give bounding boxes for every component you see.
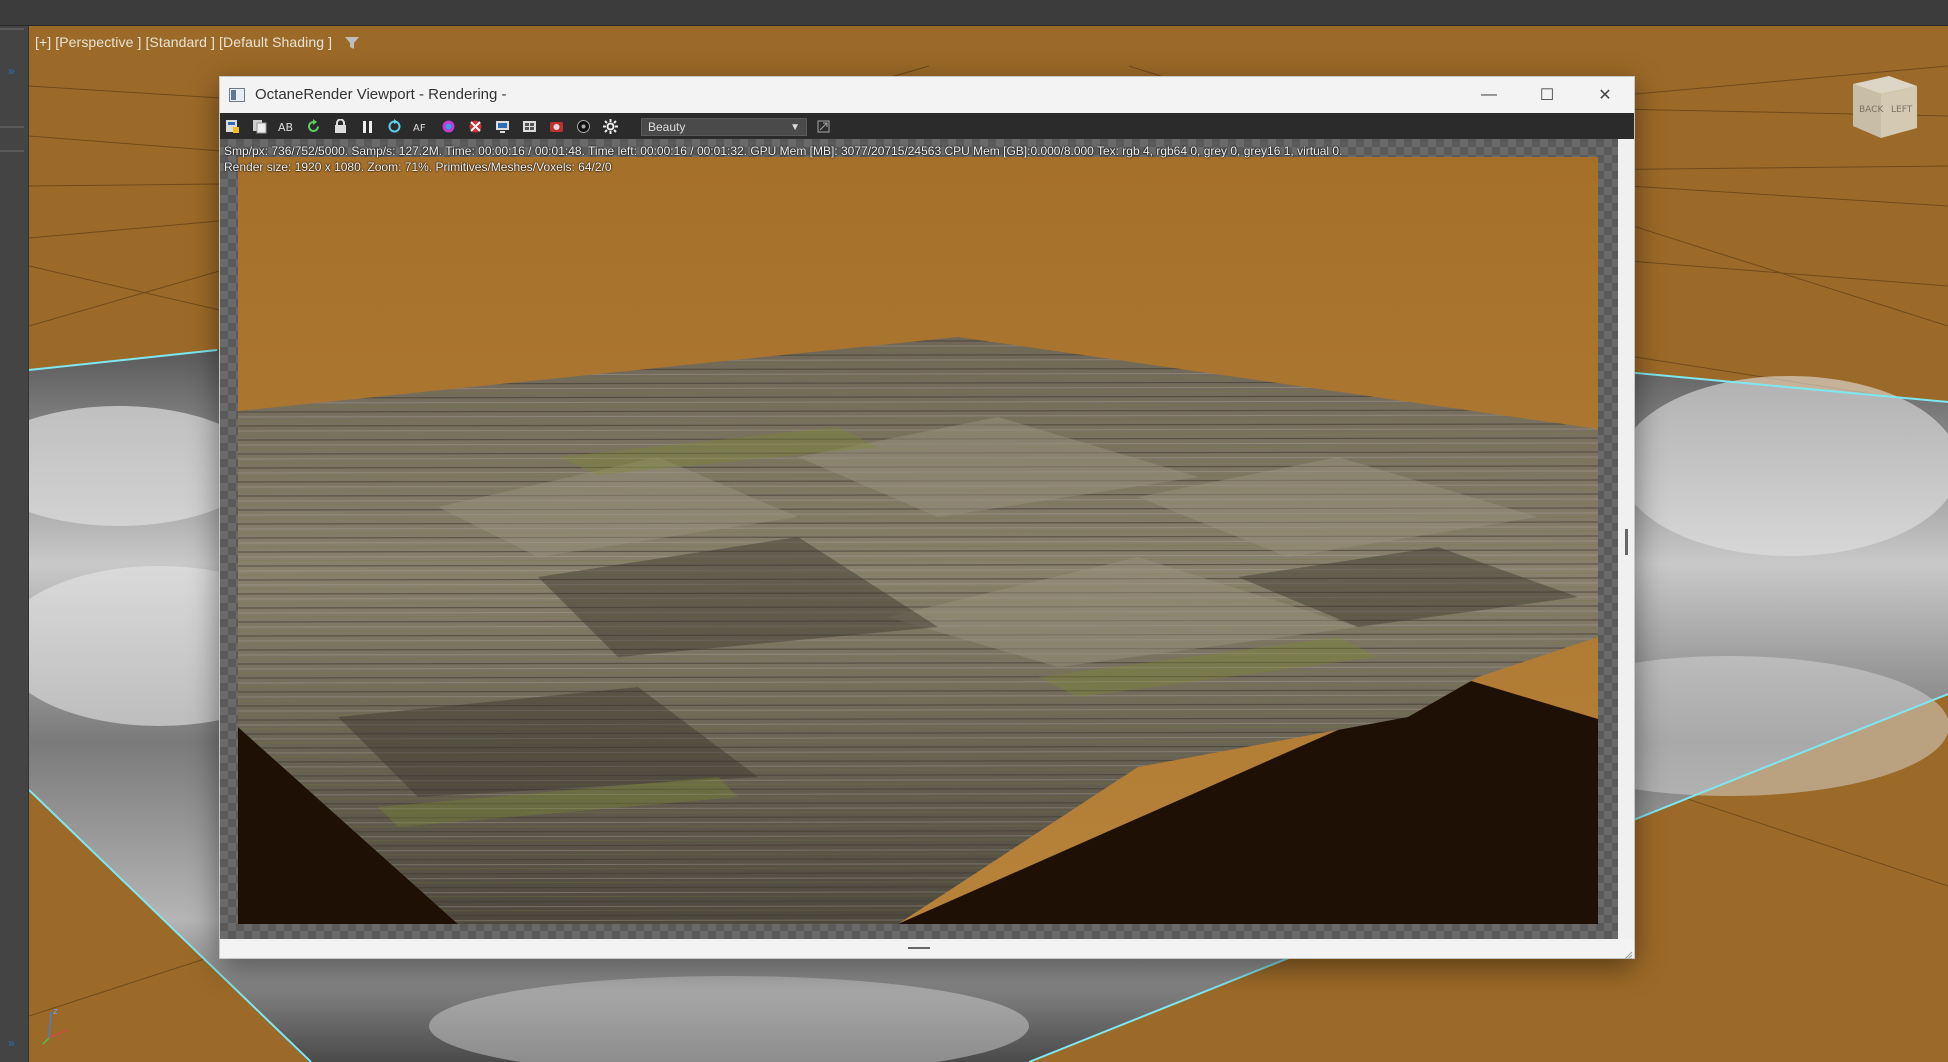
viewcube-back-face: BACK	[1859, 105, 1884, 115]
render-stats: Smp/px: 736/752/5000. Samp/s: 127.2M. Ti…	[224, 143, 1342, 175]
camera-icon[interactable]	[548, 118, 565, 135]
octane-viewport-window[interactable]: OctaneRender Viewport - Rendering - — ☐ …	[219, 76, 1635, 960]
chevron-down-icon: ▼	[790, 122, 800, 133]
detach-icon[interactable]	[815, 118, 832, 135]
bottom-splitter[interactable]	[220, 939, 1634, 958]
minimize-button[interactable]: —	[1460, 77, 1518, 113]
viewcube[interactable]: BACK LEFT	[1845, 66, 1925, 146]
stats-line-2: Render size: 1920 x 1080. Zoom: 71%. Pri…	[224, 160, 612, 174]
color-picker-icon[interactable]	[440, 118, 457, 135]
viewcube-left-face: LEFT	[1891, 105, 1913, 115]
restart-icon[interactable]	[386, 118, 403, 135]
tonemap-icon[interactable]	[575, 118, 592, 135]
panel-tick	[0, 28, 24, 30]
refresh-icon[interactable]	[305, 118, 322, 135]
panel-tick	[0, 150, 24, 152]
axis-tripod: z	[37, 1006, 77, 1051]
region-icon[interactable]	[467, 118, 484, 135]
film-icon[interactable]	[521, 118, 538, 135]
resize-grip-icon[interactable]	[1623, 947, 1633, 960]
host-left-panel: » »	[0, 26, 29, 1062]
maximize-button[interactable]: ☐	[1518, 77, 1576, 113]
perspective-viewport[interactable]: [+] [Perspective ] [Standard ] [Default …	[29, 26, 1948, 1062]
render-area[interactable]: Smp/px: 736/752/5000. Samp/s: 127.2M. Ti…	[220, 139, 1618, 939]
terrain-render	[238, 157, 1598, 924]
expand-chevron-icon[interactable]: »	[8, 1036, 15, 1050]
expand-chevron-icon[interactable]: »	[8, 64, 15, 78]
close-button[interactable]: ✕	[1576, 77, 1634, 113]
axis-z-label: z	[53, 1007, 58, 1017]
ab-compare-icon[interactable]: AB	[278, 118, 295, 135]
window-title: OctaneRender Viewport - Rendering -	[255, 86, 507, 103]
settings-icon[interactable]	[602, 118, 619, 135]
octane-toolbar: AB AF Beauty ▼	[220, 113, 1634, 139]
window-titlebar[interactable]: OctaneRender Viewport - Rendering - — ☐ …	[220, 77, 1634, 113]
splitter-grip-icon[interactable]	[1625, 529, 1628, 555]
af-icon[interactable]: AF	[413, 118, 430, 135]
copy-icon[interactable]	[251, 118, 268, 135]
app-icon	[229, 88, 245, 102]
display-icon[interactable]	[494, 118, 511, 135]
render-image[interactable]	[238, 157, 1598, 924]
filter-icon[interactable]	[344, 35, 360, 56]
host-top-bar	[0, 0, 1948, 26]
bottom-grip-icon[interactable]	[908, 947, 930, 949]
pause-icon[interactable]	[359, 118, 376, 135]
svg-text:AB: AB	[278, 121, 293, 134]
svg-text:AF: AF	[413, 123, 426, 134]
lock-icon[interactable]	[332, 118, 349, 135]
render-pass-value: Beauty	[648, 120, 686, 134]
render-pass-select[interactable]: Beauty ▼	[641, 118, 807, 136]
save-render-icon[interactable]	[224, 118, 241, 135]
vertical-splitter[interactable]	[1618, 139, 1634, 939]
viewport-label[interactable]: [+] [Perspective ] [Standard ] [Default …	[35, 34, 332, 50]
panel-tick	[0, 126, 24, 128]
stats-line-1: Smp/px: 736/752/5000. Samp/s: 127.2M. Ti…	[224, 144, 1343, 158]
